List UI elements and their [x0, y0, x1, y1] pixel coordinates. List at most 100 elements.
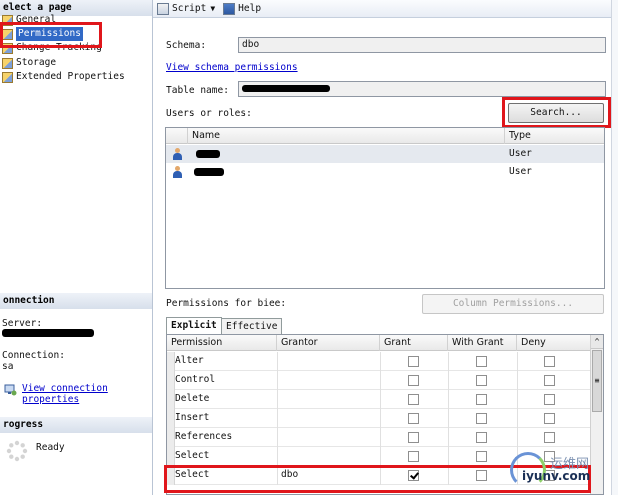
- permission-name: References: [175, 431, 233, 442]
- permission-name: Control: [175, 374, 216, 385]
- column-permissions-button[interactable]: Column Permissions...: [422, 294, 604, 314]
- progress-header: rogress: [0, 417, 152, 433]
- help-label: Help: [238, 3, 262, 14]
- header-grant[interactable]: Grant: [380, 335, 448, 351]
- row-selector[interactable]: [167, 409, 175, 428]
- deny-checkbox[interactable]: [544, 394, 555, 405]
- permission-name: Insert: [175, 412, 210, 423]
- cell-divider: [380, 428, 381, 447]
- page-icon: [2, 42, 13, 54]
- with-grant-checkbox[interactable]: [476, 375, 487, 386]
- scroll-thumb[interactable]: ≡: [592, 350, 602, 412]
- tab-explicit[interactable]: Explicit: [166, 317, 222, 334]
- table-row[interactable]: User: [166, 163, 604, 181]
- cell-divider: [448, 466, 449, 485]
- permissions-grid-header: Permission Grantor Grant With Grant Deny: [167, 335, 591, 351]
- script-button[interactable]: Script ▼: [157, 2, 215, 15]
- grant-checkbox[interactable]: [408, 432, 419, 443]
- header-type[interactable]: Type: [505, 128, 604, 144]
- row-selector[interactable]: [167, 447, 175, 466]
- header-grantor[interactable]: Grantor: [277, 335, 380, 351]
- deny-checkbox[interactable]: [544, 413, 555, 424]
- schema-label: Schema:: [166, 40, 207, 51]
- search-button[interactable]: Search...: [508, 103, 604, 123]
- table-row[interactable]: Delete: [167, 390, 591, 409]
- permission-name: Select: [175, 450, 210, 461]
- header-name[interactable]: Name: [188, 128, 505, 144]
- row-selector[interactable]: [167, 371, 175, 390]
- users-grid: Name Type User User: [165, 127, 605, 289]
- table-row[interactable]: References: [167, 428, 591, 447]
- watermark-en: iyunv.com: [522, 469, 591, 483]
- with-grant-checkbox[interactable]: [476, 432, 487, 443]
- page-item-label: Extended Properties: [16, 71, 125, 82]
- with-grant-checkbox[interactable]: [476, 470, 487, 481]
- row-selector[interactable]: [167, 428, 175, 447]
- with-grant-checkbox[interactable]: [476, 413, 487, 424]
- header-permission[interactable]: Permission: [167, 335, 277, 351]
- page-item-extended-properties[interactable]: Extended Properties: [2, 70, 125, 84]
- cell-divider: [380, 390, 381, 409]
- grant-checkbox[interactable]: [408, 375, 419, 386]
- tab-effective[interactable]: Effective: [221, 318, 283, 334]
- scroll-up-icon[interactable]: ^: [591, 335, 603, 349]
- server-value-redacted: [2, 329, 94, 340]
- user-icon: [172, 148, 183, 160]
- cell-divider: [517, 371, 518, 390]
- table-row[interactable]: Control: [167, 371, 591, 390]
- header-with-grant[interactable]: With Grant: [448, 335, 517, 351]
- view-connection-properties-link[interactable]: View connection properties: [22, 383, 108, 405]
- help-icon: [223, 2, 236, 15]
- user-name-redacted: [196, 150, 220, 158]
- script-icon: [157, 2, 169, 15]
- with-grant-checkbox[interactable]: [476, 451, 487, 462]
- server-label: Server:: [2, 318, 43, 329]
- table-name-redacted: [242, 85, 330, 92]
- schema-field[interactable]: dbo: [238, 37, 606, 53]
- header-icon-col: [166, 128, 188, 144]
- deny-checkbox[interactable]: [544, 375, 555, 386]
- grant-checkbox[interactable]: [408, 413, 419, 424]
- cell-divider: [380, 466, 381, 485]
- deny-checkbox[interactable]: [544, 432, 555, 443]
- grant-checkbox[interactable]: [408, 451, 419, 462]
- permissions-for-label: Permissions for biee:: [166, 298, 287, 309]
- page-item-storage[interactable]: Storage: [2, 56, 56, 70]
- page-item-change-tracking[interactable]: Change Tracking: [2, 41, 102, 55]
- grant-checkbox[interactable]: [408, 356, 419, 367]
- help-button[interactable]: Help: [223, 2, 262, 15]
- user-type: User: [509, 166, 532, 177]
- page-item-permissions[interactable]: Permissions: [2, 27, 83, 41]
- table-row[interactable]: User: [166, 145, 604, 163]
- table-row[interactable]: Alter: [167, 352, 591, 371]
- cell-divider: [448, 371, 449, 390]
- grant-checkbox[interactable]: [408, 470, 419, 481]
- table-row[interactable]: Insert: [167, 409, 591, 428]
- table-name-field[interactable]: [238, 81, 606, 97]
- row-selector[interactable]: [167, 390, 175, 409]
- connection-header: onnection: [0, 293, 152, 309]
- left-pane: elect a page General Permissions Change …: [0, 0, 153, 495]
- cell-divider: [517, 409, 518, 428]
- header-deny[interactable]: Deny: [517, 335, 591, 351]
- view-schema-permissions-link[interactable]: View schema permissions: [166, 62, 298, 73]
- cell-divider: [448, 428, 449, 447]
- cell-divider: [448, 352, 449, 371]
- page-icon: [2, 28, 13, 40]
- with-grant-checkbox[interactable]: [476, 356, 487, 367]
- row-selector[interactable]: [167, 466, 175, 485]
- chevron-down-icon[interactable]: ▼: [210, 4, 215, 13]
- cell-divider: [448, 409, 449, 428]
- progress-spinner-icon: [6, 440, 28, 462]
- cell-divider: [277, 447, 278, 466]
- permission-name: Delete: [175, 393, 210, 404]
- with-grant-checkbox[interactable]: [476, 394, 487, 405]
- row-selector[interactable]: [167, 352, 175, 371]
- user-type: User: [509, 148, 532, 159]
- cell-divider: [277, 409, 278, 428]
- link-line-1: View connection: [22, 383, 108, 394]
- page-item-general[interactable]: General: [2, 13, 56, 27]
- cell-divider: [380, 371, 381, 390]
- deny-checkbox[interactable]: [544, 356, 555, 367]
- grant-checkbox[interactable]: [408, 394, 419, 405]
